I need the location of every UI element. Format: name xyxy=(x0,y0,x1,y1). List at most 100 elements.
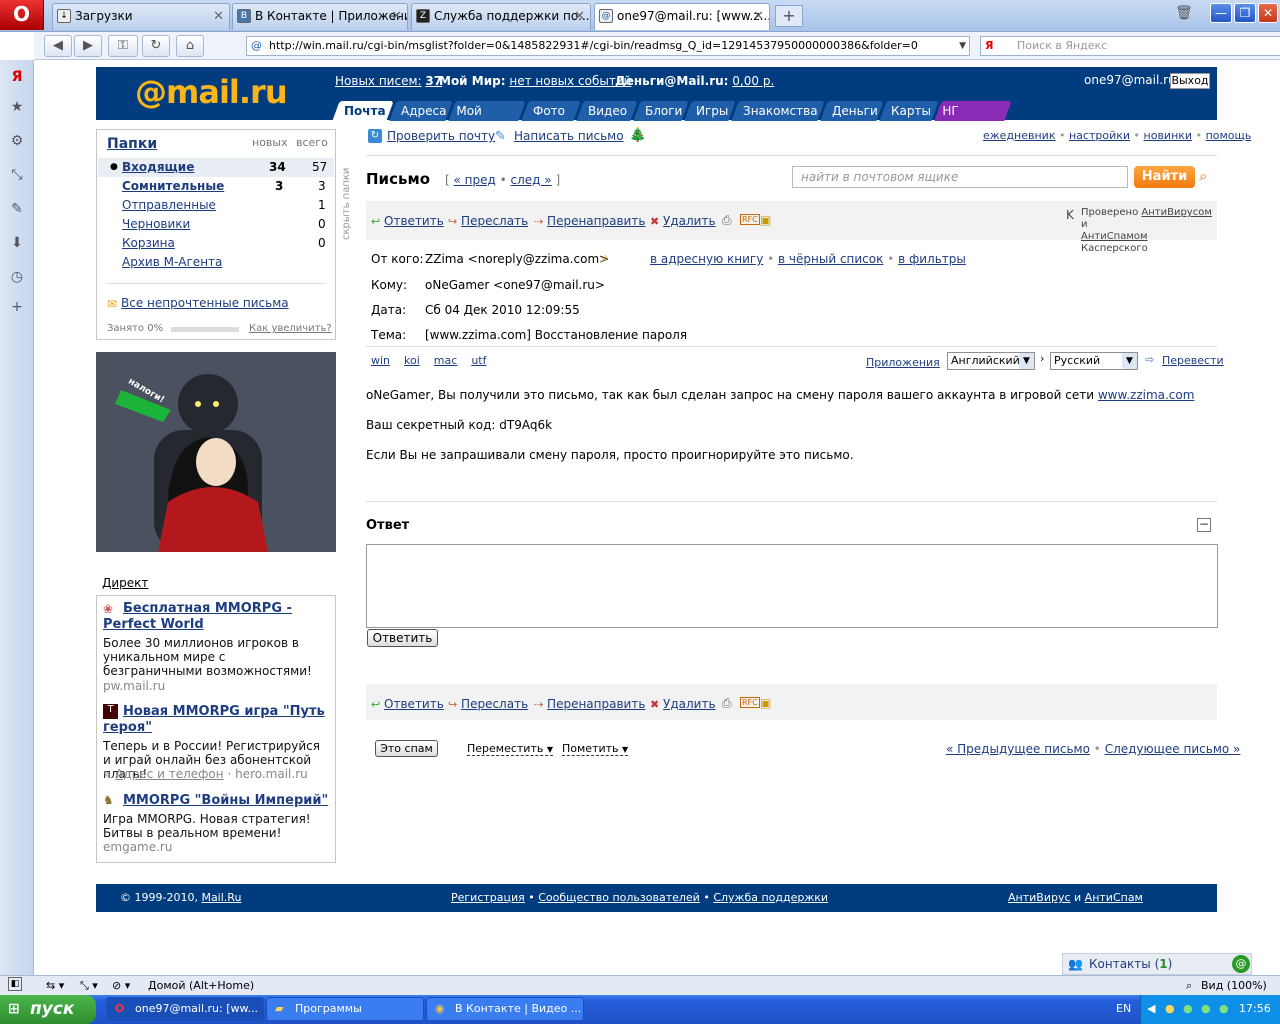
folder-trash[interactable]: Корзина 0 xyxy=(98,234,334,253)
mailbox-search-input[interactable]: найти в почтовом ящике xyxy=(792,166,1128,188)
source-language-select[interactable]: Английский ▼ xyxy=(947,352,1035,370)
downloads-icon[interactable]: ⬇ xyxy=(8,234,26,252)
delete-link[interactable]: Удалить xyxy=(663,697,716,711)
settings-link[interactable]: настройки xyxy=(1069,129,1130,142)
rfc-icon[interactable]: RFC xyxy=(740,697,760,708)
close-icon[interactable]: ✕ xyxy=(753,4,764,29)
help-link[interactable]: помощь xyxy=(1206,129,1252,142)
folder-archive[interactable]: Архив М-Агента xyxy=(98,253,334,272)
collapse-icon[interactable]: − xyxy=(1197,518,1211,532)
folder-inbox[interactable]: ● Входящие 34 57 xyxy=(98,158,334,177)
close-icon[interactable]: ✕ xyxy=(391,4,402,29)
contacts-widget[interactable]: 👥 Контакты (1) xyxy=(1062,953,1252,975)
delete-action[interactable]: ✖ Удалить xyxy=(650,697,716,711)
ad-url[interactable]: emgame.ru xyxy=(103,840,172,854)
unite-icon[interactable]: ⤡ xyxy=(8,166,26,184)
direct-title[interactable]: Директ xyxy=(102,576,148,590)
opera-menu-button[interactable]: O xyxy=(0,0,44,30)
tab-video[interactable]: Видео xyxy=(576,101,638,121)
ad-url[interactable]: hero.mail.ru xyxy=(235,767,308,781)
tray-icon-1[interactable]: ● xyxy=(1165,995,1175,1023)
delete-link[interactable]: Удалить xyxy=(663,214,716,228)
redirect-action[interactable]: ⇢ Перенаправить xyxy=(534,697,645,711)
notes-icon[interactable]: ✎ xyxy=(8,200,26,218)
folder-name[interactable]: Архив М-Агента xyxy=(122,253,222,272)
tray-icon-4[interactable]: ● xyxy=(1219,995,1229,1023)
forward-action[interactable]: ↪ Переслать xyxy=(448,697,528,711)
target-language-select[interactable]: Русский ▼ xyxy=(1050,352,1138,370)
ad-title[interactable]: MMORPG "Войны Империй" xyxy=(123,793,328,808)
address-book-link[interactable]: в адресную книгу xyxy=(650,252,763,266)
folders-title[interactable]: Папки xyxy=(107,136,157,152)
taskbar-item-chrome[interactable]: ◉ В Контакте | Видео ... xyxy=(426,997,584,1021)
reply-link[interactable]: Ответить xyxy=(384,214,444,228)
advanced-search-icon[interactable]: ⌕ xyxy=(1199,167,1207,185)
prev-letter-link[interactable]: « Предыдущее письмо xyxy=(946,742,1090,756)
tab-mail-service[interactable]: Почта xyxy=(332,101,394,121)
encoding-win[interactable]: win xyxy=(371,354,390,367)
tab-support[interactable]: Z Служба поддержки по... ✕ xyxy=(411,3,591,30)
rfc-icon[interactable]: RFC xyxy=(740,214,760,225)
community-link[interactable]: Сообщество пользователей xyxy=(538,891,700,904)
mailru-logo[interactable]: @mail.ru xyxy=(135,73,288,111)
tray-icon-3[interactable]: ● xyxy=(1201,995,1211,1023)
antivirus-link[interactable]: АнтиВирус xyxy=(1008,891,1071,904)
yandex-panel-icon[interactable]: Я xyxy=(8,68,26,86)
money-link[interactable]: 0,00 р. xyxy=(732,74,774,88)
find-button[interactable]: Найти xyxy=(1134,166,1195,188)
new-letters-label[interactable]: Новых писем: xyxy=(335,74,422,88)
redirect-link[interactable]: Перенаправить xyxy=(547,697,645,711)
wand-icon[interactable]: ⚿ xyxy=(108,35,138,57)
check-mail-link[interactable]: Проверить почту xyxy=(387,129,495,143)
redirect-link[interactable]: Перенаправить xyxy=(547,214,645,228)
zzima-link[interactable]: www.zzima.com xyxy=(1098,388,1195,402)
tray-icon-2[interactable]: ● xyxy=(1183,995,1193,1023)
panel-toggle-icon[interactable]: ◧ xyxy=(8,977,22,991)
print-icon[interactable]: ⎙ xyxy=(722,213,732,228)
widgets-icon[interactable]: ⚙ xyxy=(8,132,26,150)
print-icon[interactable]: ⎙ xyxy=(722,696,732,711)
turbo-icon[interactable]: ⊘ ▾ xyxy=(112,976,130,995)
from-value[interactable]: ZZima <noreply@zzima.com> xyxy=(425,252,609,266)
bookmarks-icon[interactable]: ★ xyxy=(8,98,26,116)
next-letter-link[interactable]: Следующее письмо » xyxy=(1105,742,1241,756)
folder-sent[interactable]: Отправленные 1 xyxy=(98,196,334,215)
move-dropdown[interactable]: Переместить ▼ xyxy=(467,742,554,756)
banner-image[interactable]: налоги! xyxy=(96,352,336,552)
trash-icon[interactable]: 🗑 xyxy=(1174,5,1194,25)
folder-drafts[interactable]: Черновики 0 xyxy=(98,215,334,234)
tab-games[interactable]: Игры xyxy=(684,101,736,121)
zoom-level[interactable]: Вид (100%) xyxy=(1201,976,1267,995)
save-icon[interactable]: ▣ xyxy=(760,696,771,710)
agent-icon[interactable]: @ xyxy=(1232,955,1250,973)
forward-link[interactable]: Переслать xyxy=(461,697,528,711)
tab-dating[interactable]: Знакомства xyxy=(731,101,825,121)
my-world-link[interactable]: нет новых событий xyxy=(509,74,631,88)
translate-link[interactable]: Перевести xyxy=(1162,354,1224,367)
next-link[interactable]: след » xyxy=(511,173,552,187)
close-icon[interactable]: ✕ xyxy=(574,4,585,29)
blacklist-link[interactable]: в чёрный список xyxy=(778,252,883,266)
hide-folders-toggle[interactable]: скрыть папки xyxy=(341,140,352,240)
ad-address-link[interactable]: Адрес и телефон xyxy=(115,767,223,781)
unite-status-icon[interactable]: ⤡ ▾ xyxy=(80,976,98,995)
tab-blogs[interactable]: Блоги xyxy=(633,101,689,121)
tab-addresses[interactable]: Адреса xyxy=(389,101,453,121)
new-letters[interactable]: Новых писем: 37 xyxy=(335,74,442,88)
save-icon[interactable]: ▣ xyxy=(760,213,771,227)
home-button[interactable]: ⌂ xyxy=(176,35,204,57)
mark-dropdown[interactable]: Пометить ▼ xyxy=(562,742,629,756)
diary-link[interactable]: ежедневник xyxy=(983,129,1055,142)
taskbar-item-programs[interactable]: ▰ Программы xyxy=(266,997,424,1021)
search-icon[interactable]: ⌕ xyxy=(601,250,609,266)
forward-action[interactable]: ↪ Переслать xyxy=(448,214,528,228)
redirect-action[interactable]: ⇢ Перенаправить xyxy=(534,214,645,228)
folder-name[interactable]: Входящие xyxy=(122,158,194,177)
registration-link[interactable]: Регистрация xyxy=(451,891,525,904)
increase-link[interactable]: Как увеличить? xyxy=(249,323,332,334)
url-field[interactable]: @ http://win.mail.ru/cgi-bin/msglist?fold… xyxy=(246,36,970,56)
folder-name[interactable]: Корзина xyxy=(122,234,175,253)
spam-button[interactable]: Это спам xyxy=(375,740,438,757)
maximize-button[interactable]: ❐ xyxy=(1234,3,1256,23)
ad-title[interactable]: Новая MMORPG игра "Путь героя" xyxy=(103,704,331,736)
